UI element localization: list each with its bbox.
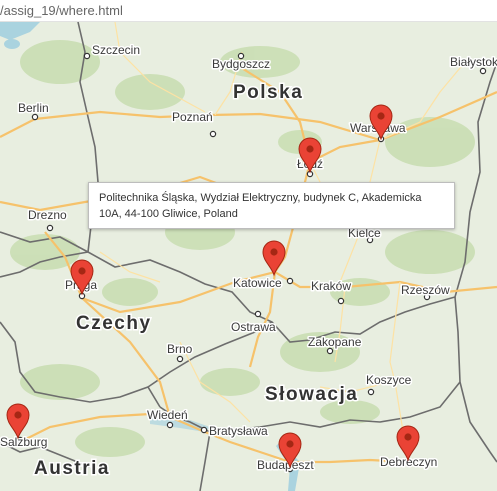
city-label: Bydgoszcz — [212, 57, 270, 71]
city-label: Poznań — [172, 110, 213, 124]
city-label: Białystok — [450, 55, 497, 69]
city-label: Bratysława — [209, 424, 268, 438]
city-label: Koszyce — [366, 373, 412, 387]
info-window: Politechnika Śląska, Wydział Elektryczny… — [88, 182, 455, 229]
city-label: Zakopane — [308, 335, 362, 349]
city-label: Budapeszt — [257, 458, 314, 472]
country-label: Czechy — [76, 313, 152, 334]
map-layer: Polska Czechy Słowacja Austria Szczecin … — [0, 22, 497, 491]
city-label: Wiedeń — [147, 408, 188, 422]
country-label: Słowacja — [265, 384, 358, 405]
map-canvas[interactable]: Polska Czechy Słowacja Austria Szczecin … — [0, 22, 497, 491]
city-label: Ostrawa — [231, 320, 276, 334]
city-label: Drezno — [28, 208, 67, 222]
country-label: Austria — [34, 458, 110, 479]
map-marker-pin[interactable] — [262, 240, 286, 277]
city-label: Salzburg — [0, 435, 47, 449]
country-label: Polska — [233, 82, 303, 103]
city-label: Szczecin — [92, 43, 140, 57]
info-window-text: Politechnika Śląska, Wydział Elektryczny… — [99, 192, 422, 220]
city-label: Rzeszów — [401, 283, 450, 297]
address-url: /assig_19/where.html — [0, 3, 123, 18]
city-label: Katowice — [233, 276, 282, 290]
city-label: Brno — [167, 342, 193, 356]
address-bar[interactable]: /assig_19/where.html — [0, 0, 497, 22]
city-label: Berlin — [18, 101, 49, 115]
map-marker-pin[interactable] — [6, 403, 30, 440]
city-label: Kraków — [311, 279, 351, 293]
